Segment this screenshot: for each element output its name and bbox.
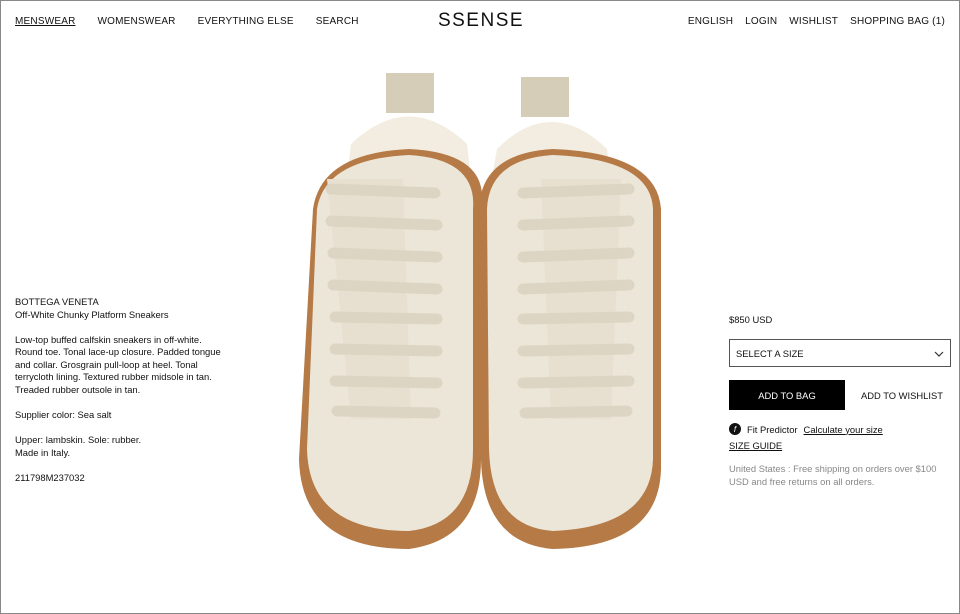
add-to-wishlist-button[interactable]: ADD TO WISHLIST (861, 390, 943, 401)
size-select-label: SELECT A SIZE (736, 347, 804, 359)
nav-wishlist[interactable]: WISHLIST (789, 16, 838, 27)
product-brand[interactable]: BOTTEGA VENETA (15, 296, 230, 309)
nav-shopping-bag[interactable]: SHOPPING BAG (1) (850, 16, 945, 27)
action-row: ADD TO BAG ADD TO WISHLIST (729, 380, 951, 410)
fit-predictor: f Fit Predictor Calculate your size (729, 423, 951, 435)
composition: Upper: lambskin. Sole: rubber. (15, 434, 142, 446)
size-select[interactable]: SELECT A SIZE (729, 339, 951, 367)
product-name: Off-White Chunky Platform Sneakers (15, 308, 169, 320)
chevron-down-icon (934, 348, 944, 359)
product-info: BOTTEGA VENETA Off-White Chunky Platform… (15, 296, 230, 497)
product-description: Low-top buffed calfskin sneakers in off-… (15, 333, 221, 396)
supplier-color: Supplier color: Sea salt (15, 409, 112, 421)
right-sneaker (479, 77, 661, 549)
left-sneaker (299, 73, 483, 549)
product-image (299, 73, 661, 549)
size-guide-link[interactable]: SIZE GUIDE (729, 440, 951, 451)
product-price: $850 USD (729, 314, 773, 325)
calculate-size-link[interactable]: Calculate your size (804, 424, 883, 435)
nav-login[interactable]: LOGIN (745, 16, 777, 27)
fit-predictor-label: Fit Predictor (747, 423, 798, 435)
product-sku: 211798M237032 (15, 471, 85, 483)
buy-panel: $850 USD SELECT A SIZE ADD TO BAG ADD TO… (729, 314, 951, 488)
nav-language[interactable]: ENGLISH (688, 16, 733, 27)
fit-predictor-icon: f (729, 423, 741, 435)
origin: Made in Italy. (15, 446, 71, 458)
add-to-bag-button[interactable]: ADD TO BAG (729, 380, 845, 410)
account-nav: ENGLISH LOGIN WISHLIST SHOPPING BAG (1) (688, 16, 945, 27)
shipping-info: United States : Free shipping on orders … (729, 463, 937, 487)
